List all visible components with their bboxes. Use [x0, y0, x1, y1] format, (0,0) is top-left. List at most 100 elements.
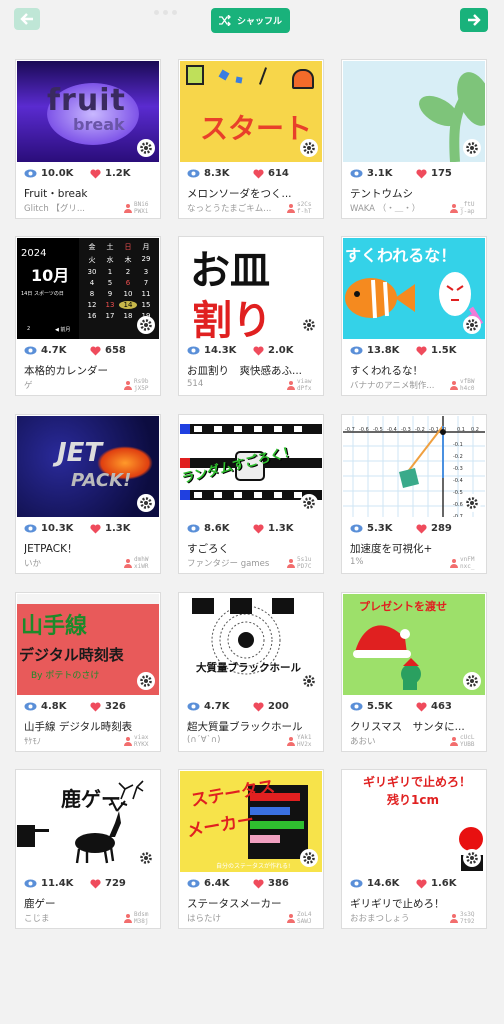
settings-gear-icon[interactable]: [137, 849, 155, 867]
eye-icon: [24, 346, 37, 355]
game-title[interactable]: お皿割り 爽快感あふ...: [187, 363, 319, 378]
view-count: 8.6K: [204, 523, 230, 534]
game-card[interactable]: 2024 10月 14日 スポーツの日 2 ◀ 前月 金土日月火水木 29 30 1 2…: [15, 236, 161, 396]
game-title[interactable]: 鹿ゲー: [24, 896, 156, 911]
like-count: 658: [105, 345, 126, 356]
calendar-cell: 7: [143, 279, 149, 287]
game-title[interactable]: ギリギリで止めろ！: [350, 896, 482, 911]
calendar-cell: 10: [123, 290, 133, 298]
settings-gear-icon[interactable]: [463, 849, 481, 867]
y-tick-label: -0.7: [453, 514, 463, 517]
x-tick-label: -0.5: [373, 427, 383, 433]
y-tick-label: -0.5: [453, 490, 463, 496]
author-name[interactable]: いか: [24, 557, 122, 569]
user-id: s2Cs f-hT: [297, 201, 312, 215]
settings-gear-icon[interactable]: [137, 672, 155, 690]
heart-icon: [253, 168, 264, 178]
author-name[interactable]: こじま: [24, 912, 122, 924]
settings-gear-icon[interactable]: [463, 672, 481, 690]
shuffle-button[interactable]: シャッフル: [211, 8, 290, 33]
y-tick-label: -0.2: [453, 454, 463, 460]
author-name[interactable]: ｻｹﾓﾉ: [24, 735, 122, 747]
x-tick-label: 0: [443, 427, 447, 433]
next-page-button[interactable]: [460, 8, 488, 32]
author-name[interactable]: ゲ: [24, 379, 122, 391]
author-name[interactable]: Glitch 【グリ...: [24, 202, 122, 214]
author-name[interactable]: (∩´∀`∩): [187, 735, 285, 745]
user-icon: [124, 203, 132, 213]
author-name[interactable]: 1%: [350, 557, 448, 567]
game-title[interactable]: メロンソーダをつく...: [187, 186, 319, 201]
author-name[interactable]: あおい: [350, 735, 448, 747]
calendar-cell: 8: [89, 290, 95, 298]
game-card[interactable]: スタート 8.3K 614 メロンソーダをつく... なっとうたまごキム... …: [178, 59, 324, 219]
game-title[interactable]: Fruit・break: [24, 186, 156, 201]
game-card[interactable]: お皿 割り 14.3K 2.0K お皿割り 爽快感あふ... 514 viaw …: [178, 236, 324, 396]
top-bar: シャッフル: [0, 0, 504, 40]
y-tick-label: -0.1: [453, 442, 463, 448]
game-card[interactable]: プレゼントを渡せ 5.5K 463 クリスマス サンタに... あおい cUcL…: [341, 592, 487, 752]
settings-gear-icon[interactable]: [300, 139, 318, 157]
settings-gear-icon[interactable]: [463, 494, 481, 512]
calendar-cell: 金: [88, 243, 96, 251]
game-card[interactable]: 鹿ゲー 11.4K 729 鹿ゲー こじま Bdsm M38j: [15, 769, 161, 929]
game-title[interactable]: 超大質量ブラックホール: [187, 719, 319, 734]
game-card[interactable]: 山手線 デジタル時刻表 By ポテトのさけ 4.8K 326 山手線 デジタル時…: [15, 592, 161, 752]
previous-page-button[interactable]: [14, 8, 40, 30]
user-icon: [287, 558, 295, 568]
author-name[interactable]: 514: [187, 379, 285, 389]
game-title[interactable]: すごろく: [187, 541, 319, 556]
game-title[interactable]: テントウムシ: [350, 186, 482, 201]
user-icon: [124, 380, 132, 390]
calendar-cell: 木: [124, 256, 132, 264]
game-card[interactable]: ステータス メーカー 自分のステータスが作れる! 6.4K 386 ステータスメ…: [178, 769, 324, 929]
view-count: 10.3K: [41, 523, 74, 534]
settings-gear-icon[interactable]: [137, 139, 155, 157]
user-icon: [450, 913, 458, 923]
game-title[interactable]: ステータスメーカー: [187, 896, 319, 911]
author-name[interactable]: ファンタジー games: [187, 557, 285, 569]
eye-icon: [187, 346, 200, 355]
thumbnail-title-text: ギリギリで止めろ！: [363, 775, 472, 789]
eye-icon: [24, 169, 37, 178]
game-title[interactable]: JETPACK！: [24, 541, 156, 556]
game-title[interactable]: 加速度を可視化+: [350, 541, 482, 556]
view-count: 4.7K: [204, 701, 230, 712]
settings-gear-icon[interactable]: [463, 139, 481, 157]
settings-gear-icon[interactable]: [463, 316, 481, 334]
view-count: 3.1K: [367, 168, 393, 179]
calendar-cell: 5: [107, 279, 113, 287]
user-id: vfBW h4c0: [460, 378, 475, 392]
author-name[interactable]: バナナのアニメ制作...: [350, 379, 448, 391]
settings-gear-icon[interactable]: [300, 849, 318, 867]
game-card[interactable]: ギリギリで止めろ！ 残り1cm 14.6K 1.6K ギリギリで止めろ！ おおま…: [341, 769, 487, 929]
user-id: YAk1 HV2x: [297, 734, 312, 748]
game-card[interactable]: ランダムすごろく！ 8.6K 1.3K すごろく ファンタジー games 5s…: [178, 414, 324, 574]
game-card[interactable]: -0.7 -0.6 -0.5 -0.4 -0.3 -0.2 -0.1 0 0.1 0.2 -0.1-…: [341, 414, 487, 574]
game-card[interactable]: fruit break 10.0K 1.2K Fruit・break Glitc…: [15, 59, 161, 219]
game-title[interactable]: 本格的カレンダー: [24, 363, 156, 378]
x-tick-label: -0.4: [387, 427, 397, 433]
settings-gear-icon[interactable]: [137, 316, 155, 334]
game-title[interactable]: クリスマス サンタに...: [350, 719, 482, 734]
game-card[interactable]: 大質量ブラックホール 4.7K 200 超大質量ブラックホール (∩´∀`∩) …: [178, 592, 324, 752]
game-card[interactable]: JET PACK! 10.3K 1.3K JETPACK！ いか dmhW xi…: [15, 414, 161, 574]
user-id: 3s3Q 7t92: [460, 911, 475, 925]
like-count: 1.6K: [431, 878, 457, 889]
author-name[interactable]: WAKA （・＿・）: [350, 202, 448, 214]
author-name[interactable]: なっとうたまごキム...: [187, 202, 285, 214]
settings-gear-icon[interactable]: [300, 494, 318, 512]
user-icon: [287, 203, 295, 213]
settings-gear-icon[interactable]: [300, 672, 318, 690]
game-title[interactable]: 山手線 デジタル時刻表: [24, 719, 156, 734]
game-card[interactable]: すくわれるな！ 13.8K 1.5K すくわれるな！ バナナのアニメ制作... …: [341, 236, 487, 396]
user-id: cUcL YUBB: [460, 734, 475, 748]
game-card[interactable]: 3.1K 175 テントウムシ WAKA （・＿・） _ftU j-ap: [341, 59, 487, 219]
author-name[interactable]: おおまつしょう: [350, 912, 448, 924]
author-name[interactable]: はらたけ: [187, 912, 285, 924]
calendar-cell: 12: [87, 301, 97, 309]
game-title[interactable]: すくわれるな！: [350, 363, 482, 378]
thumbnail-subtitle-text: PACK!: [71, 470, 132, 491]
settings-gear-icon[interactable]: [137, 494, 155, 512]
settings-gear-icon[interactable]: [300, 316, 318, 334]
